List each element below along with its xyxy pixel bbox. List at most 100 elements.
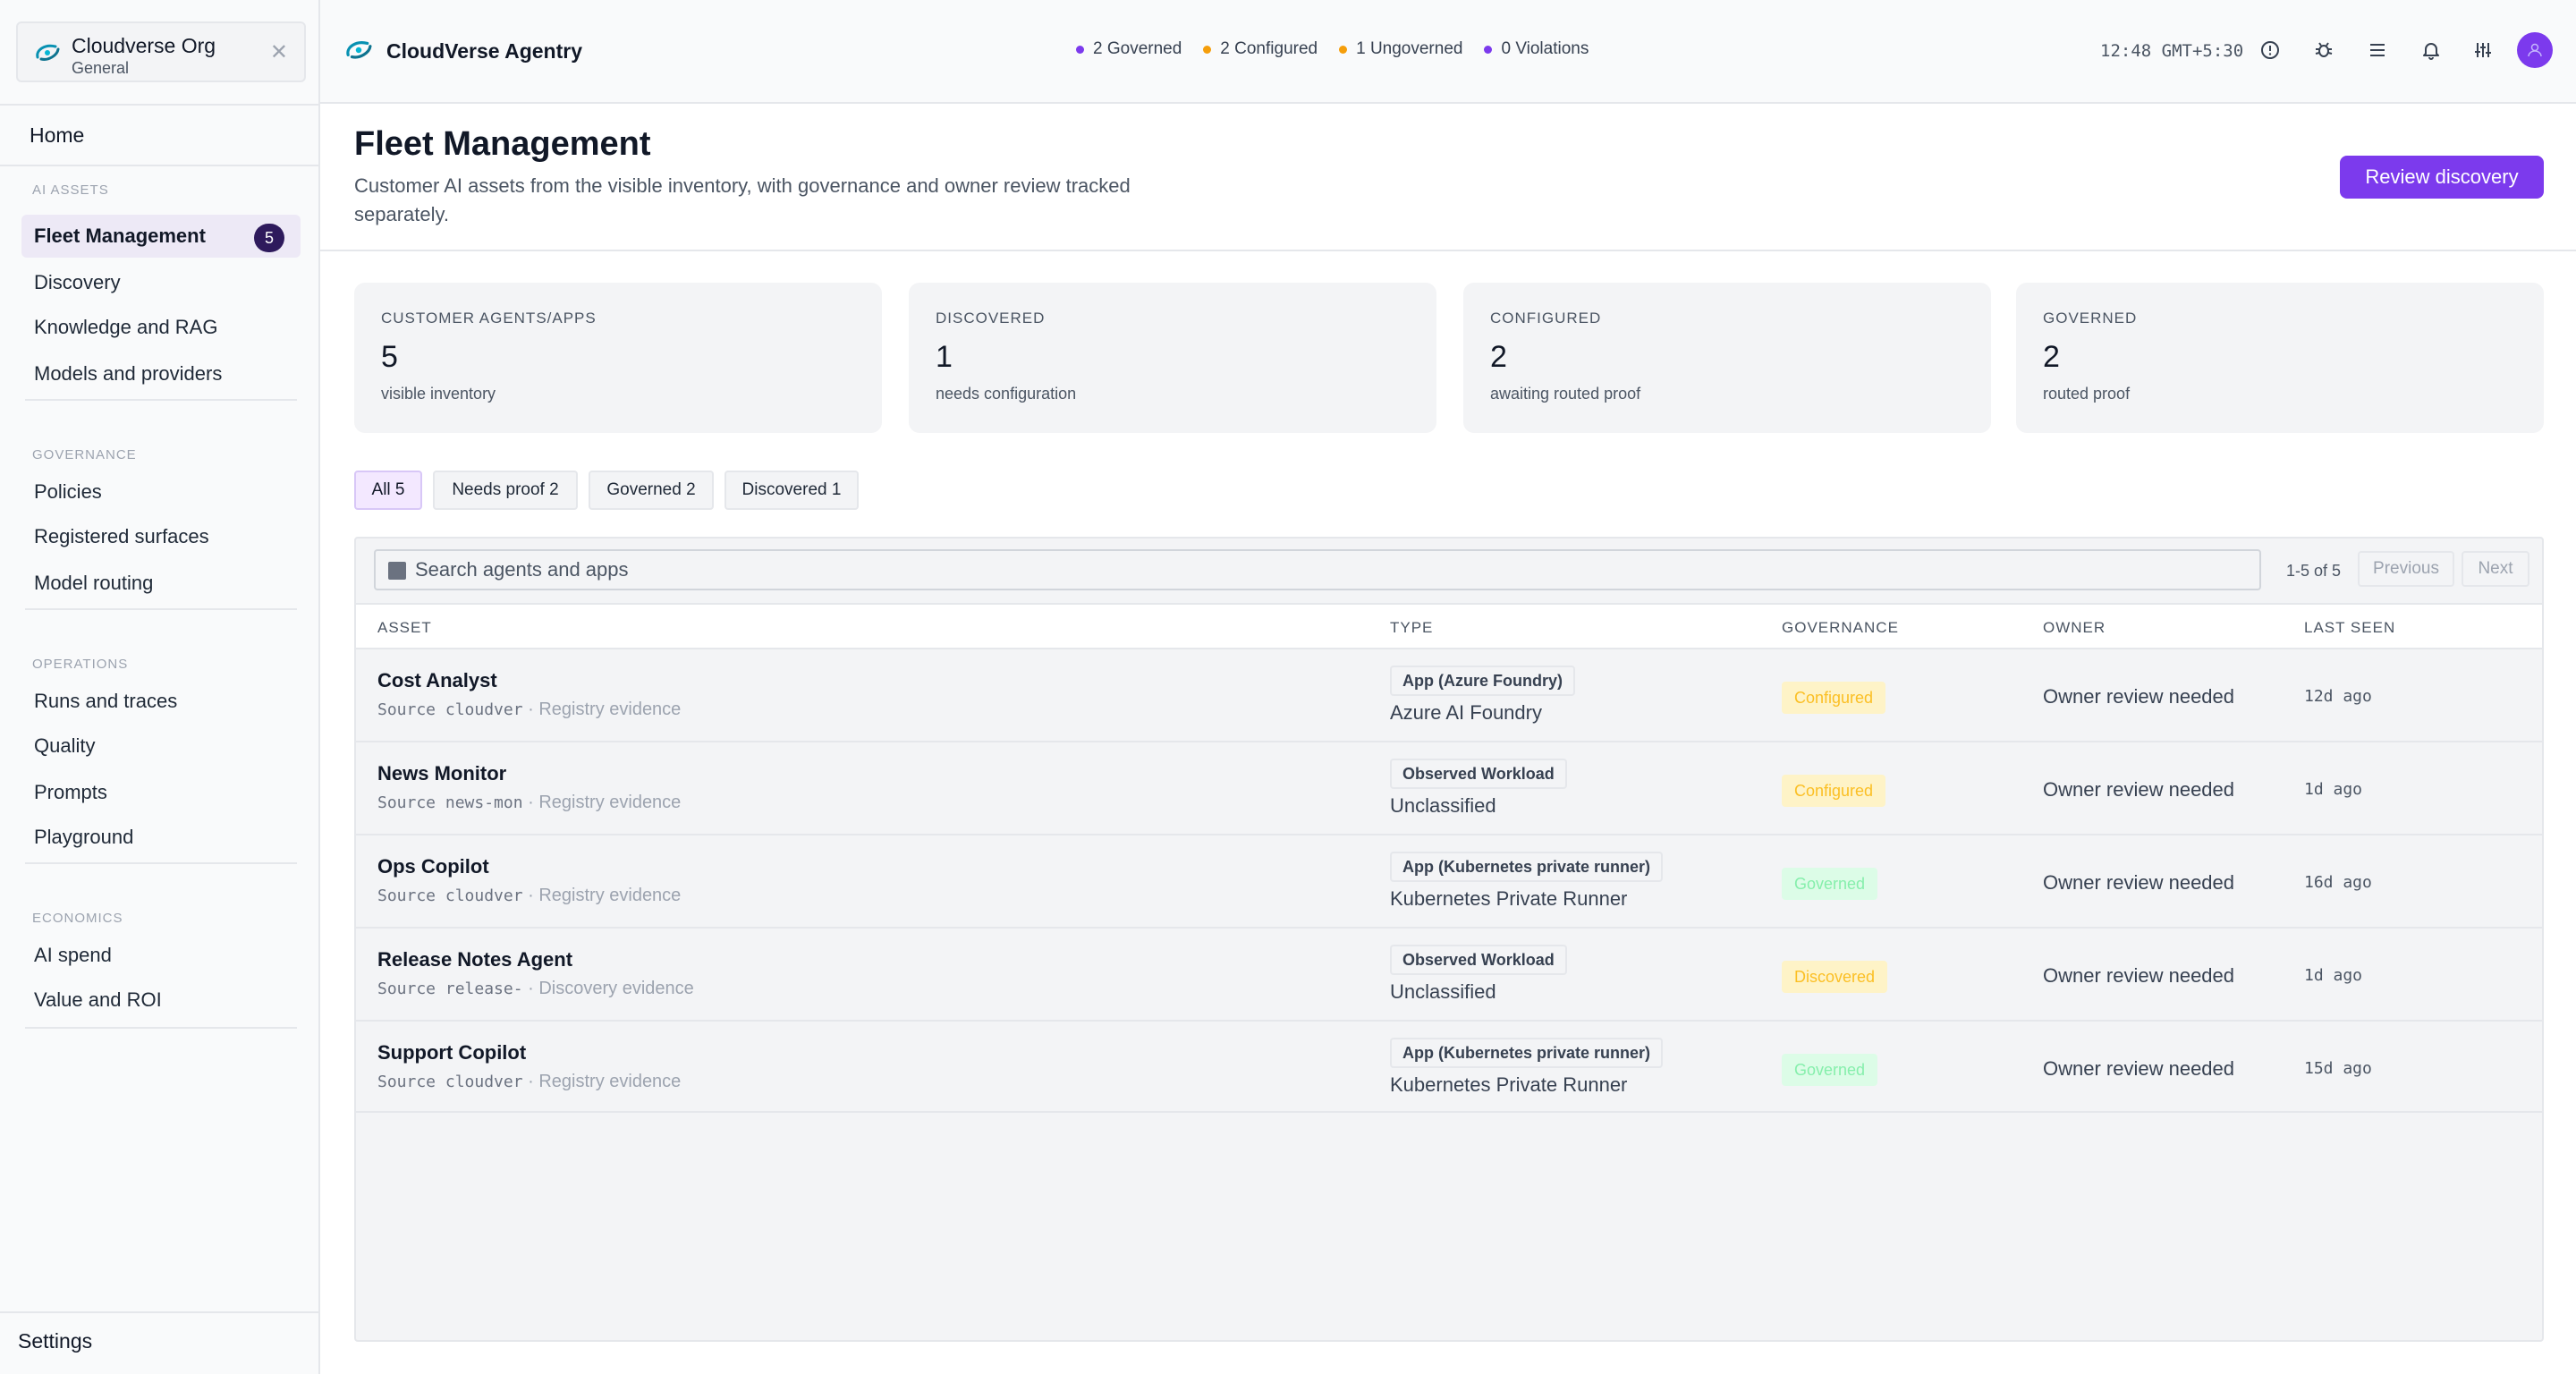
sidebar-item-runs-traces[interactable]: Runs and traces [21, 680, 301, 723]
filter-chip-needs-proof[interactable]: Needs proof 2 [433, 471, 578, 510]
cloudverse-logo-icon [36, 44, 60, 61]
governance-badge: Governed [1782, 1054, 1878, 1086]
page-title: Fleet Management [354, 125, 651, 163]
sidebar-item-models-providers[interactable]: Models and providers [21, 352, 301, 395]
sidebar-item-quality[interactable]: Quality [21, 725, 301, 768]
stat-value: 2 [2043, 340, 2060, 374]
stat-value: 1 [936, 340, 953, 374]
sidebar-item-home[interactable]: Home [30, 123, 84, 148]
asset-table-panel: 1-5 of 5 Previous Next ASSET TYPE GOVERN… [354, 537, 2544, 1342]
status-dot [1076, 45, 1084, 54]
table-row[interactable]: Ops Copilot Source cloudver · Registry e… [356, 834, 2542, 927]
table-row[interactable]: News Monitor Source news-mon · Registry … [356, 741, 2542, 834]
sidebar-item-prompts[interactable]: Prompts [21, 771, 301, 814]
menu-icon[interactable] [2363, 36, 2392, 64]
bell-icon[interactable] [2417, 36, 2445, 64]
sidebar-item-registered-surfaces[interactable]: Registered surfaces [21, 515, 301, 558]
section-divider [25, 399, 297, 401]
asset-source: Source cloudver · Registry evidence [377, 700, 681, 720]
source-code: cloudver [445, 700, 523, 719]
sidebar-item-ai-spend[interactable]: AI spend [21, 934, 301, 977]
type-platform: Azure AI Foundry [1390, 701, 1542, 724]
source-prefix: Source [377, 793, 445, 812]
user-avatar-icon[interactable] [2517, 32, 2553, 68]
table-row[interactable]: Support Copilot Source cloudver · Regist… [356, 1020, 2542, 1113]
top-header: CloudVerse Agentry 2 Governed 2 Configur… [320, 0, 2576, 104]
type-tag: Observed Workload [1390, 945, 1567, 975]
evidence-label: · Registry evidence [528, 886, 682, 905]
asset-name[interactable]: Ops Copilot [377, 855, 489, 878]
info-icon[interactable] [2256, 36, 2284, 64]
search-box[interactable] [374, 549, 2261, 590]
sidebar-item-knowledge-rag[interactable]: Knowledge and RAG [21, 306, 301, 349]
asset-name[interactable]: Cost Analyst [377, 669, 497, 692]
source-prefix: Source [377, 886, 445, 905]
stat-label: GOVERNED [2043, 310, 2138, 327]
governance-status-bar: 2 Governed 2 Configured 1 Ungoverned 0 V… [1076, 39, 1589, 59]
column-header-asset[interactable]: ASSET [377, 619, 432, 637]
page-description: Customer AI assets from the visible inve… [354, 174, 1131, 225]
type-tag: App (Kubernetes private runner) [1390, 1038, 1664, 1068]
table-row[interactable]: Release Notes Agent Source release- · Di… [356, 927, 2542, 1020]
type-tag: Observed Workload [1390, 759, 1567, 789]
sidebar-item-policies[interactable]: Policies [21, 471, 301, 513]
stat-note: visible inventory [381, 385, 496, 403]
stat-card-governed: GOVERNED 2 routed proof [2016, 283, 2544, 433]
evidence-label: · Registry evidence [528, 700, 682, 719]
column-header-type[interactable]: TYPE [1390, 619, 1433, 637]
table-row[interactable]: Cost Analyst Source cloudver · Registry … [356, 648, 2542, 741]
source-code: news-mon [445, 793, 523, 812]
sliders-icon[interactable] [2469, 36, 2497, 64]
stat-card-configured: CONFIGURED 2 awaiting routed proof [1463, 283, 1991, 433]
stat-label: CONFIGURED [1490, 310, 1602, 327]
sidebar-item-fleet-management[interactable]: Fleet Management 5 [21, 215, 301, 258]
column-header-owner[interactable]: OWNER [2043, 619, 2106, 637]
close-icon[interactable]: ✕ [270, 41, 288, 64]
org-switcher[interactable]: Cloudverse Org General ✕ [16, 21, 306, 82]
stat-label: DISCOVERED [936, 310, 1046, 327]
section-label-governance: GOVERNANCE [32, 447, 137, 462]
column-header-governance[interactable]: GOVERNANCE [1782, 619, 1899, 637]
status-ungoverned: 1 Ungoverned [1339, 39, 1462, 59]
section-divider [25, 862, 297, 864]
source-code: cloudver [445, 1073, 523, 1091]
column-header-last-seen[interactable]: LAST SEEN [2304, 619, 2395, 637]
source-code: cloudver [445, 886, 523, 905]
asset-name[interactable]: News Monitor [377, 762, 506, 785]
sidebar-item-discovery[interactable]: Discovery [21, 261, 301, 304]
owner-status: Owner review needed [2043, 685, 2235, 708]
evidence-label: · Discovery evidence [528, 979, 694, 998]
evidence-label: · Registry evidence [528, 1072, 682, 1091]
sidebar-item-settings[interactable]: Settings [18, 1329, 92, 1353]
filter-chip-discovered[interactable]: Discovered 1 [724, 471, 859, 510]
header-divider [320, 250, 2576, 251]
section-label-economics: ECONOMICS [32, 911, 123, 926]
review-discovery-button[interactable]: Review discovery [2340, 156, 2544, 199]
asset-source: Source release- · Discovery evidence [377, 979, 694, 999]
status-label: 0 Violations [1501, 39, 1589, 58]
sidebar-item-playground[interactable]: Playground [21, 816, 301, 859]
stat-card-agents: CUSTOMER AGENTS/APPS 5 visible inventory [354, 283, 882, 433]
search-input[interactable] [415, 556, 2240, 583]
type-tag: App (Azure Foundry) [1390, 666, 1575, 696]
search-icon [388, 562, 406, 580]
governance-badge: Configured [1782, 775, 1886, 807]
org-name: Cloudverse Org [72, 34, 216, 57]
previous-page-button[interactable]: Previous [2358, 551, 2454, 587]
sidebar-divider [0, 104, 318, 106]
filter-chip-governed[interactable]: Governed 2 [589, 471, 714, 510]
sidebar-item-value-roi[interactable]: Value and ROI [21, 979, 301, 1022]
asset-name[interactable]: Support Copilot [377, 1041, 526, 1064]
stat-value: 2 [1490, 340, 1507, 374]
next-page-button[interactable]: Next [2462, 551, 2529, 587]
bug-icon[interactable] [2309, 36, 2338, 64]
type-platform: Kubernetes Private Runner [1390, 887, 1628, 910]
owner-status: Owner review needed [2043, 1057, 2235, 1080]
last-seen: 15d ago [2304, 1059, 2372, 1078]
governance-badge: Discovered [1782, 961, 1888, 993]
source-prefix: Source [377, 700, 445, 719]
sidebar-item-model-routing[interactable]: Model routing [21, 562, 301, 605]
sidebar-divider [0, 1311, 318, 1313]
asset-name[interactable]: Release Notes Agent [377, 948, 572, 971]
filter-chip-all[interactable]: All 5 [354, 471, 422, 510]
